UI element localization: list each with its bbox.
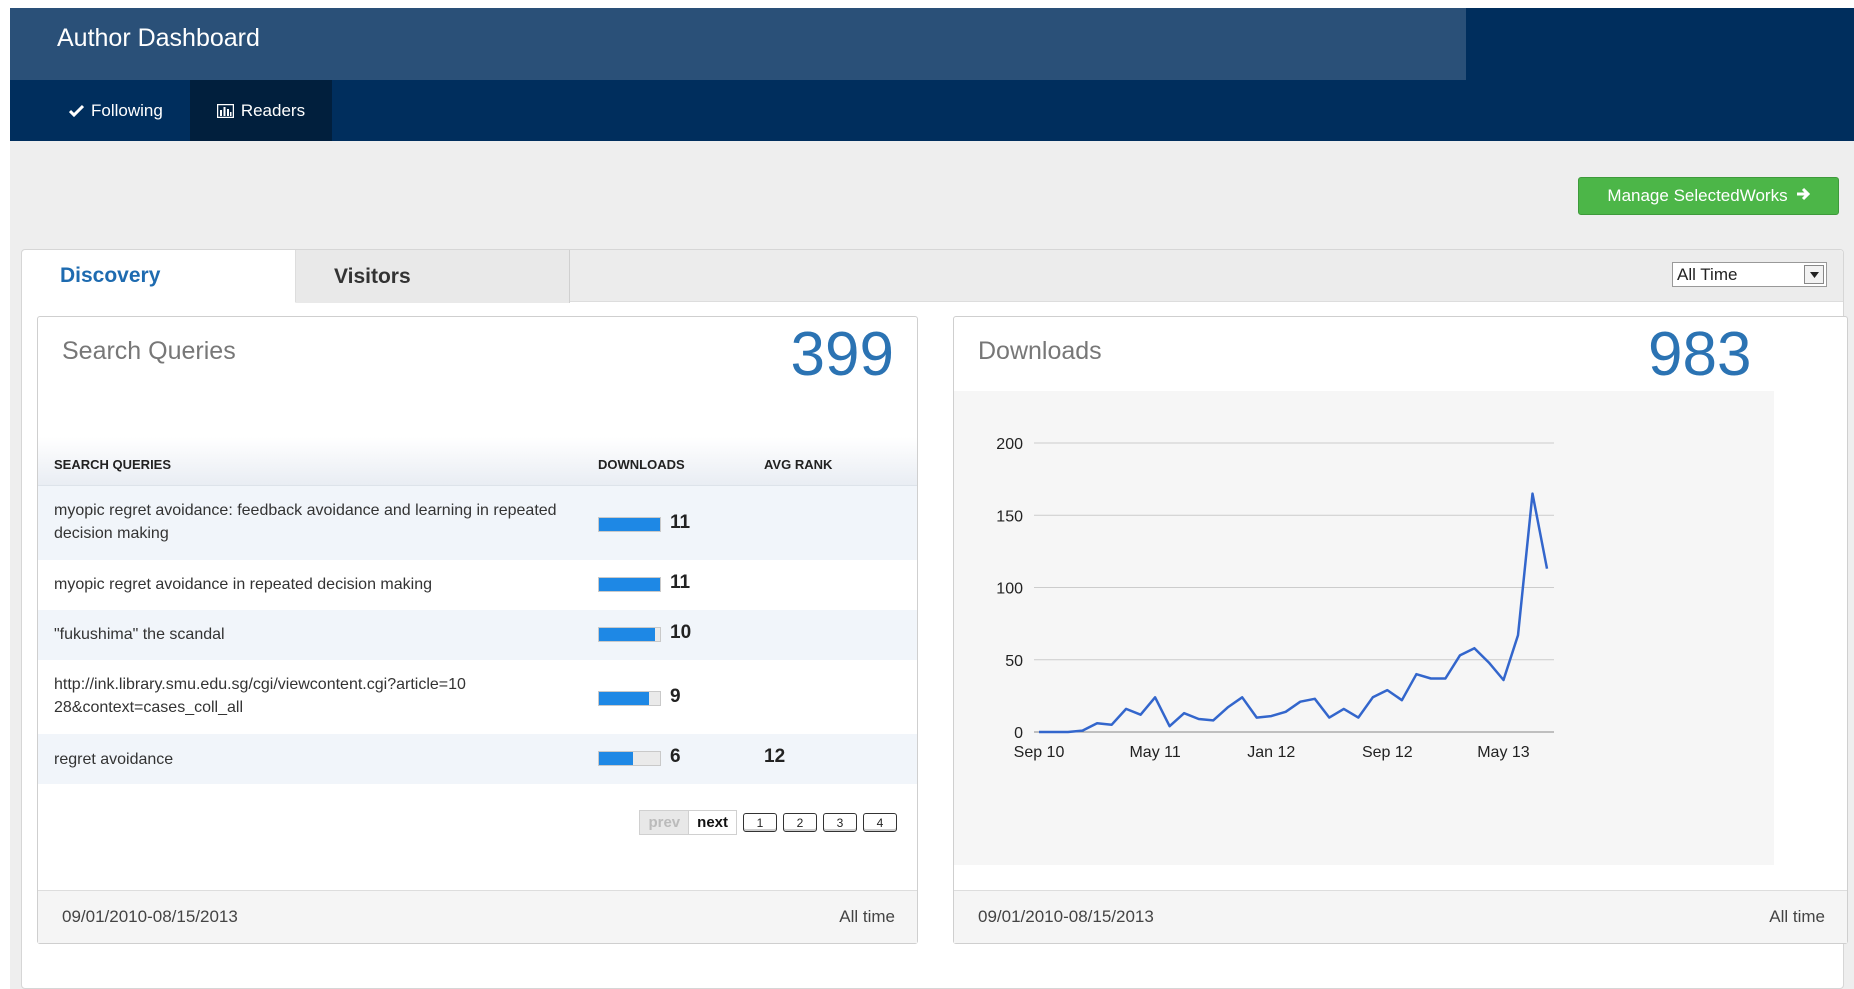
search-queries-panel: Search Queries 399 SEARCH QUERIES DOWNLO… <box>37 316 918 944</box>
x-tick-label: Jan 12 <box>1247 744 1295 761</box>
col-downloads: DOWNLOADS <box>598 457 685 472</box>
query-text: regret avoidance <box>54 751 174 768</box>
downloads-panel-title: Downloads <box>978 337 1102 365</box>
query-text: myopic regret avoidance: feedback avoida… <box>54 502 557 542</box>
x-tick-label: Sep 12 <box>1362 744 1413 761</box>
avg-rank: 12 <box>764 746 786 767</box>
tab-visitors[interactable]: Visitors <box>296 250 570 303</box>
y-tick-label: 0 <box>1014 725 1023 742</box>
download-bar-fill <box>599 752 633 765</box>
stats-card: Discovery Visitors All Time Search Queri… <box>21 249 1848 989</box>
nav-readers[interactable]: Readers <box>189 80 333 141</box>
table-row[interactable]: myopic regret avoidance in repeated deci… <box>38 560 917 610</box>
y-tick-label: 100 <box>996 581 1023 598</box>
y-tick-label: 150 <box>996 508 1023 525</box>
col-search-queries: SEARCH QUERIES <box>54 457 172 472</box>
download-bar <box>598 691 661 706</box>
pagination: prev next 1 2 3 4 <box>639 810 897 835</box>
y-tick-label: 50 <box>1005 653 1023 670</box>
x-tick-label: Sep 10 <box>1014 744 1065 761</box>
col-avg-rank: AVG RANK <box>764 457 833 472</box>
downloads-chart-area: 0 50 100 150 200 Sep 10 May 11 Jan 12 Sep 12 May … <box>954 391 1774 865</box>
download-count: 9 <box>670 686 681 707</box>
time-range-value: All Time <box>1677 264 1738 284</box>
downloads-panel-footer: 09/01/2010-08/15/2013 All time <box>954 890 1847 943</box>
range-label: All time <box>839 907 895 926</box>
nav-following-label: Following <box>91 100 163 120</box>
tab-strip: Discovery Visitors All Time <box>22 250 1843 303</box>
download-bar <box>598 577 661 592</box>
download-bar-fill <box>599 578 660 591</box>
main-content: Manage SelectedWorks Discovery Visitors … <box>10 141 1854 989</box>
date-range: 09/01/2010-08/15/2013 <box>62 907 238 926</box>
download-bar <box>598 517 661 532</box>
query-text: myopic regret avoidance in repeated deci… <box>54 576 432 593</box>
prev-next-group: prev next <box>639 810 737 835</box>
tab-discovery[interactable]: Discovery <box>22 250 296 303</box>
bar-chart-icon <box>216 103 234 118</box>
nav-following[interactable]: Following <box>42 80 190 141</box>
query-text: "fukushima" the scandal <box>54 626 225 643</box>
search-panel-title: Search Queries <box>62 337 236 365</box>
x-tick-label: May 11 <box>1129 744 1180 761</box>
range-label: All time <box>1769 907 1825 926</box>
page-2-button[interactable]: 2 <box>783 813 817 832</box>
download-count: 10 <box>670 622 692 643</box>
table-row[interactable]: "fukushima" the scandal 10 <box>38 610 917 660</box>
manage-selectedworks-button[interactable]: Manage SelectedWorks <box>1578 177 1839 215</box>
header-title-bar: Author Dashboard <box>10 8 1466 80</box>
download-bar-fill <box>599 518 660 531</box>
prev-button[interactable]: prev <box>640 811 689 834</box>
page-1-button[interactable]: 1 <box>743 813 777 832</box>
downloads-line-chart: 0 50 100 150 200 Sep 10 May 11 Jan 12 Sep 12 May … <box>996 436 1554 761</box>
time-range-select[interactable]: All Time <box>1672 262 1827 287</box>
arrow-right-icon <box>1796 186 1810 206</box>
x-tick-label: May 13 <box>1477 744 1530 761</box>
download-count: 6 <box>670 746 681 767</box>
page-title: Author Dashboard <box>57 24 260 52</box>
main-nav: Following Readers <box>42 80 333 141</box>
y-tick-label: 200 <box>996 436 1023 453</box>
download-count: 11 <box>670 572 691 593</box>
nav-readers-label: Readers <box>240 100 306 120</box>
date-range: 09/01/2010-08/15/2013 <box>978 907 1154 926</box>
next-button[interactable]: next <box>688 811 736 834</box>
downloads-panel: Downloads 983 0 50 100 150 200 Sep 10 May 11 Ja… <box>953 316 1848 944</box>
page-4-button[interactable]: 4 <box>863 813 897 832</box>
checkmark-icon <box>69 104 84 117</box>
search-table-header: SEARCH QUERIES DOWNLOADS AVG RANK <box>38 437 917 486</box>
download-bar <box>598 627 661 642</box>
table-row[interactable]: regret avoidance 6 12 <box>38 734 917 784</box>
table-row[interactable]: http://ink.library.smu.edu.sg/cgi/viewco… <box>38 660 917 734</box>
manage-button-label: Manage SelectedWorks <box>1607 186 1788 205</box>
download-bar <box>598 751 661 766</box>
table-row[interactable]: myopic regret avoidance: feedback avoida… <box>38 486 917 560</box>
downloads-series-line <box>1039 492 1549 734</box>
search-count: 399 <box>790 320 894 389</box>
top-header: Author Dashboard Following Readers <box>10 8 1854 141</box>
page-3-button[interactable]: 3 <box>823 813 857 832</box>
download-count: 11 <box>670 512 691 533</box>
search-panel-footer: 09/01/2010-08/15/2013 All time <box>38 890 917 943</box>
download-bar-fill <box>599 692 650 705</box>
chevron-down-icon <box>1804 265 1824 284</box>
downloads-count: 983 <box>1648 320 1752 389</box>
query-text: http://ink.library.smu.edu.sg/cgi/viewco… <box>54 676 466 716</box>
download-bar-fill <box>599 628 655 641</box>
